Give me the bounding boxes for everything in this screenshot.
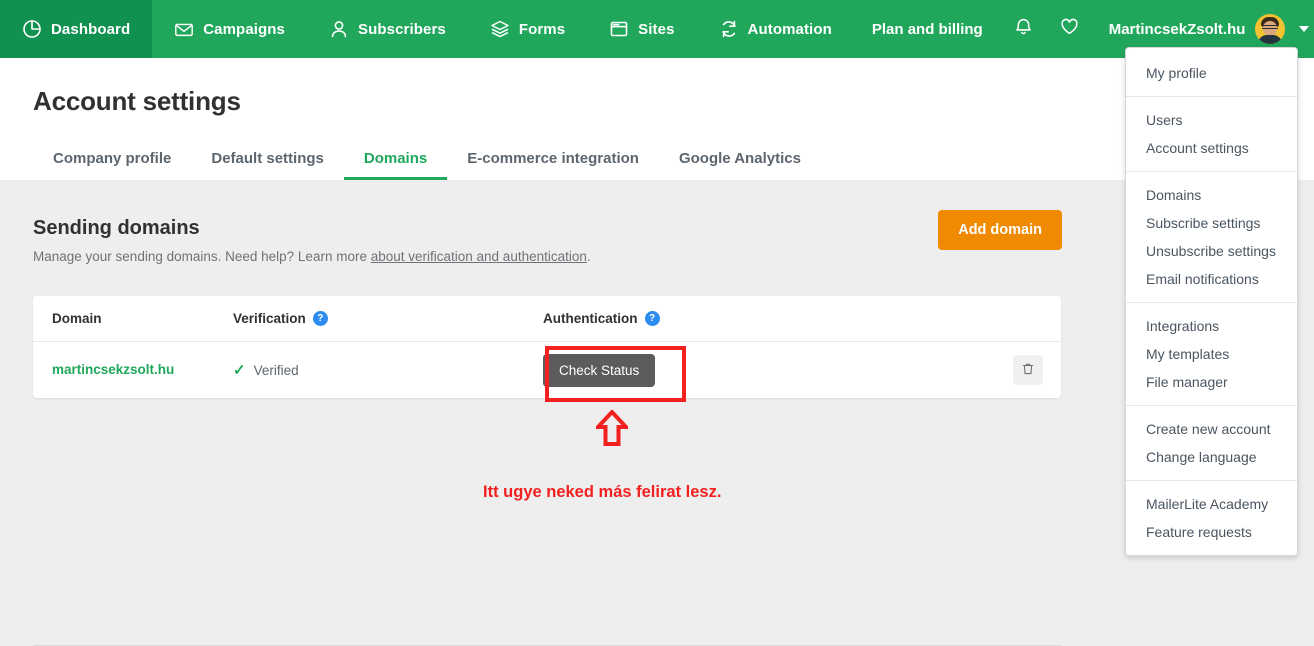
menu-item-users[interactable]: Users: [1126, 106, 1297, 134]
domains-table: Domain Verification ? Authentication ? m…: [33, 296, 1061, 398]
column-header-authentication-label: Authentication: [543, 311, 638, 326]
nav-item-plan-and-billing[interactable]: Plan and billing: [854, 0, 1001, 58]
nav-item-automation[interactable]: Automation: [697, 0, 854, 58]
verification-help-link[interactable]: about verification and authentication: [371, 249, 587, 264]
nav-label: Subscribers: [358, 20, 446, 38]
cell-verification: ✓ Verified: [233, 361, 543, 379]
cell-authentication: Check Status: [543, 353, 965, 387]
dropdown-group-1: My profile: [1126, 50, 1297, 96]
page-header: Account settings Company profile Default…: [0, 58, 1314, 180]
account-dropdown-menu: My profile Users Account settings Domain…: [1125, 47, 1298, 556]
nav-label: Sites: [638, 20, 675, 38]
chevron-down-icon: [1299, 26, 1310, 32]
nav-label: Automation: [747, 20, 832, 38]
refresh-icon: [719, 19, 739, 39]
dropdown-group-4: Integrations My templates File manager: [1126, 302, 1297, 405]
bell-icon: [1013, 16, 1034, 42]
avatar: [1255, 14, 1286, 44]
section-description: Manage your sending domains. Need help? …: [33, 249, 591, 264]
column-header-domain-label: Domain: [52, 311, 102, 326]
table-header-row: Domain Verification ? Authentication ?: [33, 296, 1061, 342]
verification-help-icon[interactable]: ?: [312, 311, 328, 326]
nav-label: Forms: [518, 20, 566, 38]
verification-status: ✓ Verified: [233, 361, 543, 379]
nav-item-campaigns[interactable]: Campaigns: [152, 0, 307, 58]
nav-item-sites[interactable]: Sites: [587, 0, 696, 58]
annotation-text: Itt ugye neked más felirat lesz.: [483, 483, 722, 501]
page-title: Account settings: [33, 86, 241, 116]
favorites-button[interactable]: [1047, 0, 1093, 58]
envelope-icon: [174, 19, 194, 39]
table-row: martincsekzsolt.hu ✓ Verified Check Stat…: [33, 342, 1061, 398]
trash-icon: [1021, 362, 1035, 379]
tab-domains[interactable]: Domains: [343, 150, 448, 180]
tab-ecommerce-integration[interactable]: E-commerce integration: [447, 150, 659, 180]
verification-status-label: Verified: [253, 362, 299, 378]
heart-icon: [1059, 16, 1080, 42]
add-domain-button[interactable]: Add domain: [938, 210, 1062, 250]
browser-icon: [609, 19, 629, 39]
layers-icon: [490, 19, 510, 39]
nav-item-dashboard[interactable]: Dashboard: [0, 0, 153, 58]
menu-item-account-settings[interactable]: Account settings: [1126, 134, 1297, 162]
menu-item-feature-requests[interactable]: Feature requests: [1126, 518, 1297, 546]
checkmark-icon: ✓: [233, 362, 246, 379]
pie-chart-icon: [22, 19, 42, 39]
up-arrow-icon: [593, 409, 631, 446]
dropdown-group-2: Users Account settings: [1126, 96, 1297, 171]
menu-item-integrations[interactable]: Integrations: [1126, 312, 1297, 340]
account-name: MartincsekZsolt.hu: [1108, 20, 1246, 38]
menu-item-file-manager[interactable]: File manager: [1126, 368, 1297, 396]
menu-item-domains[interactable]: Domains: [1126, 181, 1297, 209]
cell-actions: [965, 355, 1061, 385]
main-content: Sending domains Manage your sending doma…: [0, 180, 1314, 646]
menu-item-change-language[interactable]: Change language: [1126, 443, 1297, 471]
nav-label: Plan and billing: [871, 20, 983, 38]
column-header-verification: Verification ?: [233, 311, 543, 326]
authentication-help-icon[interactable]: ?: [644, 311, 660, 326]
menu-item-subscribe-settings[interactable]: Subscribe settings: [1126, 209, 1297, 237]
domain-link[interactable]: martincsekzsolt.hu: [52, 362, 174, 377]
tab-company-profile[interactable]: Company profile: [33, 150, 191, 180]
menu-item-mailerlite-academy[interactable]: MailerLite Academy: [1126, 490, 1297, 518]
check-status-button[interactable]: Check Status: [543, 353, 656, 387]
tab-default-settings[interactable]: Default settings: [191, 150, 344, 180]
dropdown-group-6: MailerLite Academy Feature requests: [1126, 480, 1297, 555]
section-description-period: .: [586, 249, 591, 264]
tab-google-analytics[interactable]: Google Analytics: [659, 150, 821, 180]
menu-item-create-new-account[interactable]: Create new account: [1126, 415, 1297, 443]
nav-item-subscribers[interactable]: Subscribers: [307, 0, 468, 58]
nav-item-forms[interactable]: Forms: [468, 0, 587, 58]
dropdown-group-3: Domains Subscribe settings Unsubscribe s…: [1126, 171, 1297, 302]
person-icon: [329, 19, 349, 39]
cell-domain: martincsekzsolt.hu: [33, 361, 233, 379]
section-description-text: Manage your sending domains. Need help? …: [33, 249, 371, 264]
top-navigation-bar: Dashboard Campaigns Subscribers Forms Si…: [0, 0, 1314, 58]
menu-item-my-templates[interactable]: My templates: [1126, 340, 1297, 368]
notifications-button[interactable]: [1001, 0, 1047, 58]
menu-item-email-notifications[interactable]: Email notifications: [1126, 265, 1297, 293]
delete-domain-button[interactable]: [1013, 355, 1043, 385]
menu-item-my-profile[interactable]: My profile: [1126, 59, 1297, 87]
menu-item-unsubscribe-settings[interactable]: Unsubscribe settings: [1126, 237, 1297, 265]
section-title: Sending domains: [33, 217, 200, 239]
dropdown-group-5: Create new account Change language: [1126, 405, 1297, 480]
settings-tablist: Company profile Default settings Domains…: [33, 138, 821, 180]
nav-label: Campaigns: [203, 20, 286, 38]
column-header-verification-label: Verification: [233, 311, 306, 326]
column-header-domain: Domain: [33, 311, 233, 326]
column-header-authentication: Authentication ?: [543, 311, 965, 326]
nav-label: Dashboard: [51, 20, 131, 38]
